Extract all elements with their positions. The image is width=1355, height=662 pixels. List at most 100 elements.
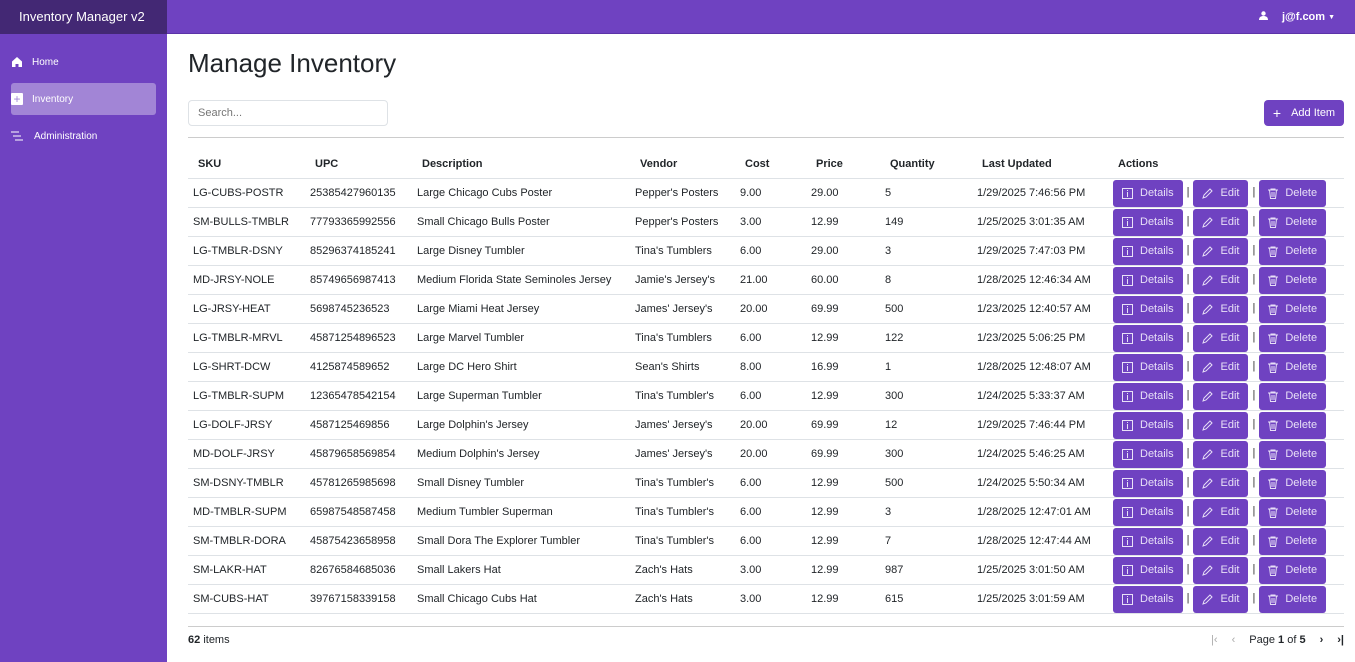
edit-button[interactable]: Edit — [1193, 266, 1249, 294]
inventory-table: SKU UPC Description Vendor Cost Price Quantity… — [188, 150, 1344, 614]
cell-price: 12.99 — [806, 323, 880, 353]
separator: | — [1252, 563, 1256, 576]
edit-label: Edit — [1220, 506, 1240, 518]
delete-button[interactable]: Delete — [1259, 585, 1327, 613]
edit-button[interactable]: Edit — [1193, 469, 1249, 497]
delete-button[interactable]: Delete — [1259, 208, 1327, 236]
edit-button[interactable]: Edit — [1193, 208, 1249, 236]
sidebar-item-administration[interactable]: Administration — [11, 120, 156, 152]
sidebar-item-home[interactable]: Home — [11, 46, 156, 78]
delete-button[interactable]: Delete — [1259, 266, 1327, 294]
edit-button[interactable]: Edit — [1193, 556, 1249, 584]
cell-vendor: Pepper's Posters — [630, 178, 735, 208]
table-row: MD-DOLF-JRSY 45879658569854 Medium Dolphin… — [188, 439, 1344, 469]
delete-button[interactable]: Delete — [1259, 324, 1327, 352]
delete-button[interactable]: Delete — [1259, 353, 1327, 381]
delete-button[interactable]: Delete — [1259, 498, 1327, 526]
user-menu[interactable]: j@f.com ▼ — [1258, 0, 1335, 34]
cell-price: 12.99 — [806, 468, 880, 498]
edit-button[interactable]: Edit — [1193, 324, 1249, 352]
cell-upc: 65987548587458 — [305, 497, 412, 527]
cell-cost: 3.00 — [735, 207, 806, 237]
cell-description: Small Chicago Bulls Poster — [412, 207, 630, 237]
details-button[interactable]: Details — [1113, 585, 1183, 613]
edit-button[interactable]: Edit — [1193, 382, 1249, 410]
delete-button[interactable]: Delete — [1259, 440, 1327, 468]
delete-label: Delete — [1285, 535, 1318, 547]
edit-button[interactable]: Edit — [1193, 411, 1249, 439]
delete-button[interactable]: Delete — [1259, 295, 1327, 323]
column-header[interactable]: Quantity — [880, 150, 972, 179]
table-row: MD-JRSY-NOLE 85749656987413 Medium Florida… — [188, 265, 1344, 295]
pencil-icon — [1202, 419, 1214, 431]
column-header[interactable]: SKU — [188, 150, 305, 179]
delete-label: Delete — [1285, 564, 1318, 576]
column-header[interactable]: Description — [412, 150, 630, 179]
cell-description: Medium Tumbler Superman — [412, 497, 630, 527]
column-header[interactable]: Actions — [1108, 150, 1344, 179]
first-page-icon[interactable]: |‹ — [1211, 634, 1218, 646]
cell-last-updated: 1/24/2025 5:46:25 AM — [972, 439, 1108, 469]
column-header[interactable]: Vendor — [630, 150, 735, 179]
details-button[interactable]: Details — [1113, 237, 1183, 265]
column-header[interactable]: Cost — [735, 150, 806, 179]
delete-button[interactable]: Delete — [1259, 469, 1327, 497]
cell-quantity: 7 — [880, 526, 972, 556]
edit-button[interactable]: Edit — [1193, 527, 1249, 555]
column-header[interactable]: Last Updated — [972, 150, 1108, 179]
cell-cost: 3.00 — [735, 555, 806, 585]
cell-actions: Details | Edit | Delete — [1108, 381, 1344, 411]
column-header[interactable]: Price — [806, 150, 880, 179]
list-icon — [11, 130, 23, 142]
details-button[interactable]: Details — [1113, 179, 1183, 207]
details-button[interactable]: Details — [1113, 498, 1183, 526]
table-row: SM-LAKR-HAT 82676584685036 Small Lakers Ha… — [188, 555, 1344, 585]
delete-button[interactable]: Delete — [1259, 411, 1327, 439]
cell-cost: 9.00 — [735, 178, 806, 208]
page-prefix: Page — [1249, 634, 1275, 646]
details-button[interactable]: Details — [1113, 440, 1183, 468]
edit-button[interactable]: Edit — [1193, 353, 1249, 381]
delete-button[interactable]: Delete — [1259, 556, 1327, 584]
delete-button[interactable]: Delete — [1259, 527, 1327, 555]
info-icon — [1122, 303, 1133, 315]
cell-description: Small Disney Tumbler — [412, 468, 630, 498]
prev-page-icon[interactable]: ‹ — [1232, 634, 1236, 646]
edit-button[interactable]: Edit — [1193, 440, 1249, 468]
delete-button[interactable]: Delete — [1259, 382, 1327, 410]
delete-button[interactable]: Delete — [1259, 237, 1327, 265]
details-button[interactable]: Details — [1113, 411, 1183, 439]
cell-actions: Details | Edit | Delete — [1108, 323, 1344, 353]
last-page-icon[interactable]: ›| — [1337, 634, 1344, 646]
details-button[interactable]: Details — [1113, 556, 1183, 584]
search-input[interactable] — [188, 100, 388, 126]
sidebar-item-inventory[interactable]: + Inventory — [11, 83, 156, 115]
edit-button[interactable]: Edit — [1193, 237, 1249, 265]
details-button[interactable]: Details — [1113, 469, 1183, 497]
trash-icon — [1268, 449, 1279, 460]
edit-button[interactable]: Edit — [1193, 585, 1249, 613]
delete-button[interactable]: Delete — [1259, 179, 1327, 207]
details-button[interactable]: Details — [1113, 266, 1183, 294]
details-button[interactable]: Details — [1113, 295, 1183, 323]
next-page-icon[interactable]: › — [1320, 634, 1324, 646]
cell-price: 12.99 — [806, 381, 880, 411]
edit-button[interactable]: Edit — [1193, 179, 1249, 207]
trash-icon — [1268, 507, 1279, 518]
edit-button[interactable]: Edit — [1193, 295, 1249, 323]
edit-button[interactable]: Edit — [1193, 498, 1249, 526]
details-button[interactable]: Details — [1113, 527, 1183, 555]
details-button[interactable]: Details — [1113, 382, 1183, 410]
table-row: SM-DSNY-TMBLR 45781265985698 Small Disney … — [188, 468, 1344, 498]
column-header[interactable]: UPC — [305, 150, 412, 179]
add-item-button[interactable]: + Add Item — [1264, 100, 1344, 126]
details-button[interactable]: Details — [1113, 353, 1183, 381]
cell-last-updated: 1/23/2025 12:40:57 AM — [972, 294, 1108, 324]
separator: | — [1252, 302, 1256, 315]
details-button[interactable]: Details — [1113, 324, 1183, 352]
cell-last-updated: 1/28/2025 12:48:07 AM — [972, 352, 1108, 382]
details-button[interactable]: Details — [1113, 208, 1183, 236]
cell-cost: 21.00 — [735, 265, 806, 295]
cell-last-updated: 1/29/2025 7:46:44 PM — [972, 410, 1108, 440]
edit-label: Edit — [1220, 535, 1240, 547]
